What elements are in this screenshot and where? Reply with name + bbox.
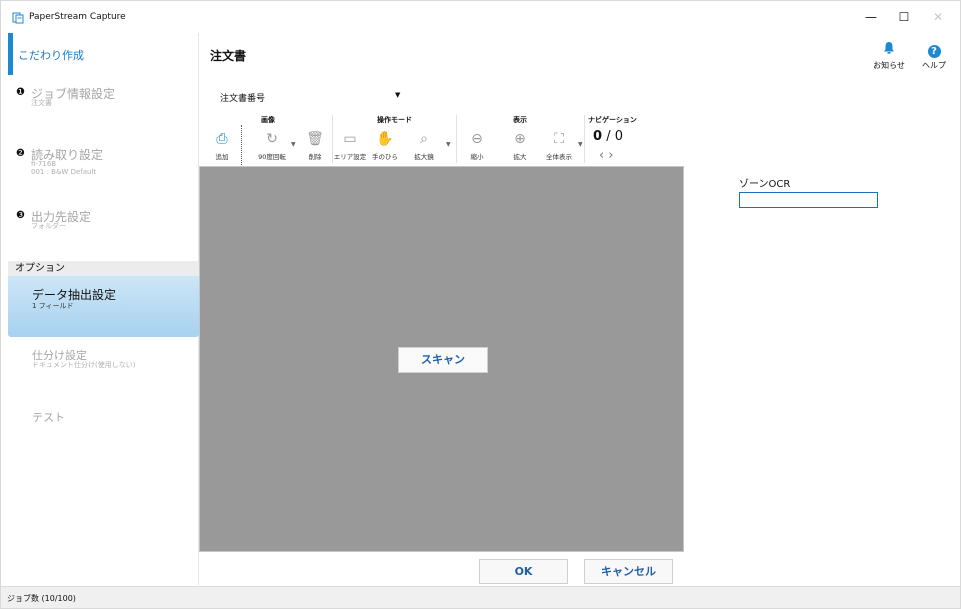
add-page-label: 追加 xyxy=(215,153,229,161)
zoom-out-label: 縮小 xyxy=(470,153,484,161)
page-title: 注文書 xyxy=(210,49,247,63)
maximize-button[interactable]: ☐ xyxy=(893,7,915,27)
zoom-out-icon: ⊖ xyxy=(471,131,483,147)
step-subtitle: フォルダー xyxy=(31,222,66,230)
sidebar-header: こだわり作成 xyxy=(1,33,199,75)
magnifier-icon: ⌕ xyxy=(420,131,428,147)
magnifier-button[interactable]: ⌕ 拡大鏡 xyxy=(406,129,442,161)
ok-button[interactable]: OK xyxy=(479,559,568,584)
area-setting-label: エリア設定 xyxy=(333,153,367,161)
title-bar: PaperStream Capture — ☐ ✕ xyxy=(1,1,960,33)
toolbar-separator xyxy=(584,115,585,163)
zoom-out-button[interactable]: ⊖ 縮小 xyxy=(459,129,495,161)
page-nav: ‹› xyxy=(599,148,617,163)
fit-page-icon: ⛶ xyxy=(554,131,564,147)
help-button[interactable]: ? ヘルプ xyxy=(914,39,954,71)
total-pages: 0 xyxy=(614,129,623,144)
sidebar-item-scan-settings[interactable]: ❷ 読み取り設定 fi-716B 001 : B&W Default xyxy=(1,146,199,186)
document-type-value: 注文書番号 xyxy=(220,94,266,104)
bell-icon xyxy=(884,42,894,54)
job-count-status: ジョブ数 (10/100) xyxy=(7,594,76,603)
options-header: オプション xyxy=(8,261,199,276)
notice-button[interactable]: お知らせ xyxy=(869,39,909,71)
step-subtitle-2: 001 : B&W Default xyxy=(31,168,97,176)
step-number: ❶ xyxy=(16,87,25,98)
status-bar: ジョブ数 (10/100) xyxy=(1,586,960,608)
cancel-button[interactable]: キャンセル xyxy=(584,559,673,584)
hand-icon: ✋ xyxy=(376,131,394,147)
prev-page-icon[interactable]: ‹ xyxy=(599,148,608,163)
option-subtitle: 1 フィールド xyxy=(32,302,74,310)
sidebar-item-job-info[interactable]: ❶ ジョブ情報設定 注文書 xyxy=(1,85,199,125)
delete-button[interactable]: 🗑 削除 xyxy=(297,129,333,161)
sidebar: こだわり作成 ❶ ジョブ情報設定 注文書 ❷ 読み取り設定 fi-716B 00… xyxy=(1,33,199,585)
toolbar-group-view: 表示 xyxy=(513,116,527,124)
help-label: ヘルプ xyxy=(922,61,946,70)
delete-label: 削除 xyxy=(308,153,322,161)
page-separator: / xyxy=(606,129,611,144)
page-counter: 0 / 0 xyxy=(593,129,623,144)
sidebar-item-output[interactable]: ❸ 出力先設定 フォルダー xyxy=(1,208,199,238)
zoom-in-icon: ⊕ xyxy=(514,131,526,147)
image-preview-area[interactable]: スキャン xyxy=(199,166,684,552)
fit-page-label: 全体表示 xyxy=(546,153,572,161)
step-number: ❷ xyxy=(16,148,25,159)
sidebar-accent-bar xyxy=(8,33,13,75)
zone-ocr-label: ゾーンOCR xyxy=(739,179,791,190)
toolbar-group-image: 画像 xyxy=(261,116,275,124)
app-title: PaperStream Capture xyxy=(29,12,126,22)
hand-tool-label: 手のひら xyxy=(372,153,398,161)
rotate-icon: ↻ xyxy=(266,131,278,147)
sidebar-item-data-extraction[interactable]: データ抽出設定 1 フィールド xyxy=(8,276,199,337)
add-page-icon: ⎙ xyxy=(216,131,228,147)
next-page-icon[interactable]: › xyxy=(608,148,617,163)
rotate-label: 90度回転 xyxy=(258,153,286,161)
app-window: PaperStream Capture — ☐ ✕ こだわり作成 ❶ ジョブ情報… xyxy=(0,0,961,609)
sidebar-item-sorting[interactable]: 仕分け設定 ドキュメント仕分け(使用しない) xyxy=(1,347,199,373)
sidebar-header-label: こだわり作成 xyxy=(18,49,84,62)
zoom-in-button[interactable]: ⊕ 拡大 xyxy=(502,129,538,161)
toolbar-group-mode: 操作モード xyxy=(377,116,412,124)
notice-label: お知らせ xyxy=(873,61,905,70)
minimize-button[interactable]: — xyxy=(860,7,882,27)
document-type-select[interactable]: 注文書番号 ▼ xyxy=(210,86,405,106)
toolbar-separator xyxy=(456,115,457,163)
zoom-in-label: 拡大 xyxy=(513,153,527,161)
area-setting-button[interactable]: ▭ エリア設定 xyxy=(332,129,368,161)
step-subtitle: 注文書 xyxy=(31,99,52,107)
trash-icon: 🗑 xyxy=(306,131,324,147)
help-icon: ? xyxy=(927,45,941,58)
close-button[interactable]: ✕ xyxy=(927,7,949,27)
chevron-down-icon: ▼ xyxy=(395,91,401,99)
zone-ocr-field[interactable] xyxy=(739,192,878,208)
area-select-icon: ▭ xyxy=(343,131,357,147)
current-page: 0 xyxy=(593,129,603,144)
rotate-button[interactable]: ↻ 90度回転 xyxy=(254,129,290,161)
toolbar-group-nav: ナビゲーション xyxy=(588,116,637,124)
app-icon xyxy=(12,12,24,24)
option-subtitle: ドキュメント仕分け(使用しない) xyxy=(32,361,136,369)
sidebar-item-test[interactable]: テスト xyxy=(1,409,199,429)
rotate-dropdown-icon[interactable]: ▼ xyxy=(291,141,296,148)
fit-page-button[interactable]: ⛶ 全体表示 xyxy=(541,129,577,161)
toolbar-divider xyxy=(241,125,242,165)
option-title: テスト xyxy=(32,411,65,424)
magnifier-dropdown-icon[interactable]: ▼ xyxy=(446,141,451,148)
hand-tool-button[interactable]: ✋ 手のひら xyxy=(367,129,403,161)
step-number: ❸ xyxy=(16,210,25,221)
scan-button[interactable]: スキャン xyxy=(398,347,488,373)
add-page-button[interactable]: ⎙ 追加 xyxy=(204,129,240,161)
fit-dropdown-icon[interactable]: ▼ xyxy=(578,141,583,148)
magnifier-label: 拡大鏡 xyxy=(414,153,434,161)
